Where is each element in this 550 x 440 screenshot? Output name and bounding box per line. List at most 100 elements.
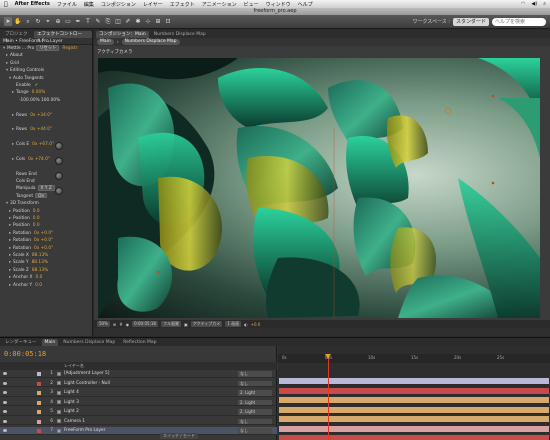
tab-comp-main[interactable]: コンポジション：Main — [96, 30, 149, 38]
resolution-select[interactable]: フル画質 — [160, 321, 181, 327]
help-search-input[interactable]: ヘルプを検索 — [492, 17, 546, 26]
workspace-select[interactable]: スタンダード — [452, 17, 489, 26]
timeline-timecode[interactable]: 0:00:05:18 — [4, 350, 46, 358]
eye-icon[interactable] — [3, 381, 7, 385]
tab-project[interactable]: プロジェクト — [2, 31, 32, 44]
rotation-dial-icon[interactable] — [55, 172, 63, 180]
layer-name[interactable]: Camera 1 — [64, 418, 150, 426]
effect-row[interactable]: ▸ Rotation 0x +0.0° — [0, 237, 92, 244]
effect-row[interactable]: ▸ Rotation 0x +0.0° — [0, 245, 92, 252]
clone-tool-icon[interactable]: ⎘ — [104, 17, 112, 26]
layer-name[interactable]: Light Controller - Null — [64, 380, 150, 388]
effect-row[interactable]: ▸ Grid — [0, 60, 92, 67]
view-select[interactable]: アクティブカメ — [190, 321, 223, 327]
checkbox[interactable]: ✓ — [35, 83, 39, 88]
tab-comp-numbers[interactable]: Numbers Displace Map — [151, 31, 209, 38]
effect-value[interactable]: 0.0 — [33, 216, 40, 221]
comp-viewer[interactable]: アクティブカメラ 50% ⊞ # ◉ 0:00:05:18 フル画質 ▣ アクテ… — [94, 46, 550, 328]
axis-world-icon[interactable]: ⊞ — [154, 17, 162, 26]
menu-layer[interactable]: レイヤー — [143, 1, 163, 8]
eye-icon[interactable] — [3, 410, 7, 413]
menu-edit[interactable]: 編集 — [84, 1, 94, 8]
volume-icon[interactable]: ◀) — [531, 1, 537, 7]
effect-value[interactable]: 0x +67.0° — [32, 142, 54, 147]
pen-tool-icon[interactable]: ✒ — [74, 17, 82, 26]
eye-icon[interactable] — [3, 419, 7, 423]
selection-tool-icon[interactable]: ➤ — [4, 17, 12, 26]
effect-row[interactable]: ▸ Cols 0x +74.0° — [0, 156, 92, 163]
layer-duration-bar[interactable] — [279, 435, 549, 440]
effect-row[interactable]: ▸ Scale X 88.13% — [0, 252, 92, 259]
wifi-icon[interactable]: ◠ — [521, 1, 525, 7]
layer-name-header[interactable]: レイヤー名 — [64, 362, 84, 370]
effect-row[interactable]: ▸ Tange 0.00% — [0, 89, 92, 96]
eye-icon[interactable] — [3, 372, 7, 375]
layer-duration-bar[interactable] — [279, 425, 549, 433]
eye-icon[interactable] — [3, 400, 7, 404]
table-row[interactable]: 5 Light 2 2. Light — [0, 408, 277, 416]
rotate-tool-icon[interactable]: ↻ — [34, 17, 42, 26]
effect-row[interactable]: Cols End — [0, 178, 92, 185]
effect-row[interactable] — [0, 119, 92, 126]
effect-row[interactable]: ▾ Editing Controls — [0, 67, 92, 74]
menu-help[interactable]: ヘルプ — [298, 1, 313, 8]
effect-row[interactable]: ▾ Auto Tangents — [0, 75, 92, 82]
effect-value[interactable]: 0.0 — [35, 275, 42, 280]
effect-row[interactable]: ▾ 3D Transform — [0, 200, 92, 207]
menu-animation[interactable]: アニメーション — [202, 1, 237, 8]
effect-row[interactable] — [0, 134, 92, 141]
rotation-dial-icon[interactable] — [55, 187, 63, 195]
effect-row[interactable]: ▸ Position 0.0 — [0, 215, 92, 222]
effect-value[interactable]: 88.13% — [32, 253, 48, 258]
label-color-chip[interactable] — [37, 372, 41, 376]
parent-select[interactable]: 2. Light — [238, 390, 272, 396]
eye-icon[interactable] — [3, 429, 7, 432]
effect-row[interactable]: ▾ Mettle ... Pro リセット Registr — [0, 45, 92, 52]
effect-value[interactable]: 0.0 — [33, 209, 40, 214]
axis-local-icon[interactable]: ⊹ — [144, 17, 152, 26]
puppet-tool-icon[interactable]: ✱ — [134, 17, 142, 26]
effect-value[interactable]: 0x +34.0° — [30, 113, 52, 118]
rotation-dial-icon[interactable] — [55, 142, 63, 150]
parent-select[interactable]: なし — [238, 428, 272, 434]
zoom-tool-icon[interactable]: ⌕ — [24, 17, 32, 26]
effect-row[interactable] — [0, 163, 92, 170]
current-time[interactable]: 0:00:05:18 — [132, 321, 158, 327]
brush-tool-icon[interactable]: ✎ — [94, 17, 102, 26]
camera-snapshot-icon[interactable]: ◉ — [126, 322, 130, 327]
layer-duration-bar[interactable] — [279, 406, 549, 414]
camera-tool-icon[interactable]: ⌖ — [44, 17, 52, 26]
app-menu[interactable]: After Effects — [15, 1, 50, 7]
effect-value[interactable]: 0x +0.0° — [34, 238, 53, 243]
label-color-chip[interactable] — [37, 381, 41, 386]
playhead[interactable] — [328, 354, 329, 440]
exposure-value[interactable]: +0.0 — [251, 322, 261, 327]
layer-duration-bar[interactable] — [279, 416, 549, 423]
effect-row[interactable]: ▸ Rows 0x +44.0° — [0, 126, 92, 133]
layer-name[interactable]: FreeForm Pro Layer — [64, 427, 150, 435]
label-color-chip[interactable] — [37, 400, 41, 405]
parent-select[interactable]: なし — [238, 371, 272, 377]
toggle-switches-modes[interactable]: スイッチ / モード — [160, 433, 198, 439]
table-row[interactable]: 4 Light 3 2. Light — [0, 399, 277, 406]
time-ruler[interactable]: 0s05s10s15s20s25s — [278, 354, 550, 363]
effect-row[interactable]: ▸ Scale Z 88.13% — [0, 267, 92, 274]
tab-timeline-numbers[interactable]: Numbers Displace Map — [60, 339, 118, 346]
table-row[interactable]: 3 Light 4 2. Light — [0, 389, 277, 397]
effect-row[interactable]: ▸ Scale Y 88.13% — [0, 259, 92, 266]
layer-name[interactable]: [Adjustment Layer 5] — [64, 370, 150, 378]
spotlight-icon[interactable]: ⌕ — [543, 1, 546, 7]
effect-row[interactable]: Rows End — [0, 171, 92, 178]
label-color-chip[interactable] — [37, 391, 41, 395]
effect-value[interactable]: 88.13% — [32, 268, 48, 273]
pan-behind-tool-icon[interactable]: ⊕ — [54, 17, 62, 26]
effect-button[interactable]: リセット — [36, 45, 60, 51]
table-row[interactable]: 7 FreeForm Pro Layer なし — [0, 427, 277, 435]
effect-value[interactable]: Registr — [62, 46, 77, 51]
layer-duration-bar[interactable] — [279, 378, 549, 385]
layer-name[interactable]: Light 2 — [64, 408, 150, 416]
label-color-chip[interactable] — [37, 410, 41, 414]
crumb-main[interactable]: Main — [97, 39, 114, 45]
effect-value[interactable]: 0.00% — [32, 90, 46, 95]
effect-button[interactable]: On — [35, 192, 48, 199]
